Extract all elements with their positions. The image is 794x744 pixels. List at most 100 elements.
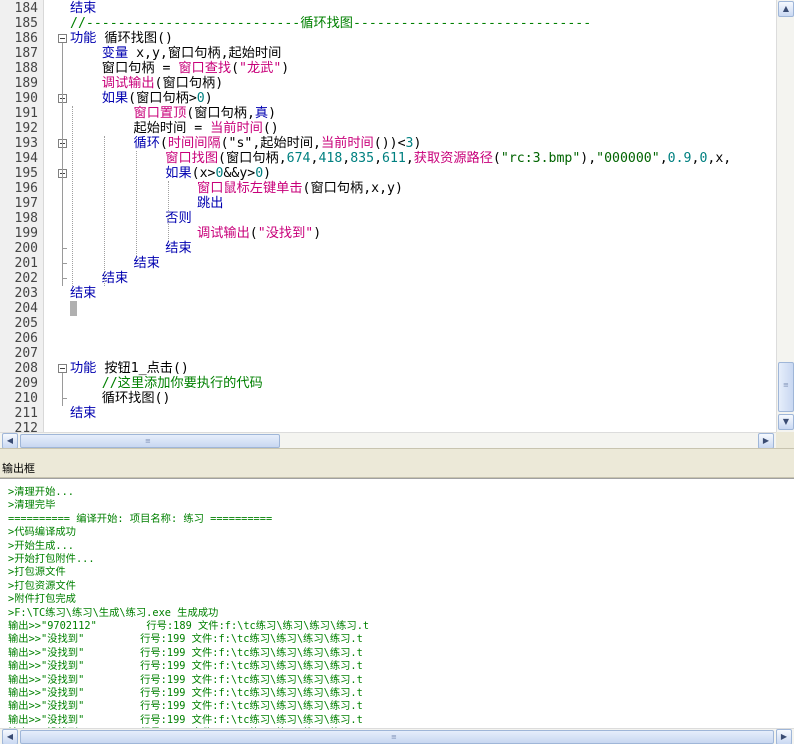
code-editor[interactable]: 184 185 186 187 188 189 190 191 192 193 194 195 196 1… bbox=[0, 0, 794, 449]
code-token: ("s",起始时间, bbox=[220, 136, 321, 151]
horizontal-scroll-thumb[interactable]: ≡ bbox=[20, 434, 280, 448]
code-token: 时间间隔 bbox=[167, 136, 221, 151]
code-token: //这里添加你要执行的代码 bbox=[70, 376, 263, 391]
line-number: 209 bbox=[14, 376, 38, 391]
code-line[interactable]: 调试输出("没找到") bbox=[70, 226, 321, 241]
fold-toggle-icon[interactable] bbox=[58, 34, 67, 43]
code-area[interactable]: 结束//---------------------------循环找图-----… bbox=[70, 0, 776, 432]
scroll-right-icon[interactable]: ▶ bbox=[776, 729, 792, 744]
output-line: >打包资源文件 bbox=[8, 579, 76, 592]
code-token: 当前时间 bbox=[210, 121, 263, 136]
code-line[interactable]: 变量 x,y,窗口句柄,起始时间 bbox=[70, 46, 282, 61]
code-line[interactable]: 窗口置顶(窗口句柄,真) bbox=[70, 106, 277, 121]
line-number: 210 bbox=[14, 391, 38, 406]
line-number: 201 bbox=[14, 256, 38, 271]
editor-vertical-scrollbar[interactable]: ▲ ≡ ▼ bbox=[776, 0, 794, 432]
output-line: >F:\TC练习\练习\生成\练习.exe 生成成功 bbox=[8, 606, 219, 619]
line-number: 189 bbox=[14, 76, 38, 91]
code-token: "没找到" bbox=[257, 226, 314, 241]
code-line[interactable]: 循环(时间间隔("s",起始时间,当前时间())<3) bbox=[70, 136, 422, 151]
horizontal-scroll-thumb[interactable]: ≡ bbox=[20, 730, 774, 744]
indent-guide bbox=[104, 136, 105, 286]
line-number: 206 bbox=[14, 331, 38, 346]
code-token: ,x, bbox=[707, 151, 732, 166]
scroll-left-icon[interactable]: ◀ bbox=[2, 433, 18, 449]
code-token: 真 bbox=[254, 106, 269, 121]
line-number: 197 bbox=[14, 196, 38, 211]
code-line[interactable]: //这里添加你要执行的代码 bbox=[70, 376, 263, 391]
code-line[interactable]: 窗口鼠标左键单击(窗口句柄,x,y) bbox=[70, 181, 403, 196]
code-line[interactable]: 如果(x>0&&y>0) bbox=[70, 166, 271, 181]
code-line[interactable]: 结束 bbox=[70, 271, 128, 286]
code-token: ) bbox=[281, 61, 290, 76]
code-token: 0 bbox=[255, 166, 264, 181]
panel-splitter[interactable] bbox=[0, 448, 794, 456]
code-token: 循环找图() bbox=[96, 31, 173, 46]
code-line[interactable]: 结束 bbox=[70, 1, 96, 16]
code-token: 结束 bbox=[101, 271, 129, 286]
output-line: >附件打包完成 bbox=[8, 593, 76, 606]
code-line[interactable]: 结束 bbox=[70, 241, 191, 256]
scroll-left-icon[interactable]: ◀ bbox=[2, 729, 18, 744]
output-line: 输出>>"没找到" 行号:199 文件:f:\tc练习\练习\练习\练习.t bbox=[8, 646, 363, 659]
grip-icon: ≡ bbox=[783, 381, 789, 389]
editor-horizontal-scrollbar[interactable]: ◀ ≡ ▶ bbox=[0, 432, 776, 449]
scroll-up-icon[interactable]: ▲ bbox=[778, 1, 794, 17]
line-number: 212 bbox=[14, 421, 38, 432]
fold-line bbox=[62, 373, 63, 406]
line-number: 193 bbox=[14, 136, 38, 151]
line-number: 191 bbox=[14, 106, 38, 121]
code-token: 起始时间 = bbox=[70, 121, 211, 136]
line-number: 198 bbox=[14, 211, 38, 226]
code-token: 窗口查找 bbox=[178, 61, 232, 76]
scroll-down-icon[interactable]: ▼ bbox=[778, 414, 794, 430]
line-number: 204 bbox=[14, 301, 38, 316]
code-line[interactable]: 否则 bbox=[70, 211, 191, 226]
output-line: 输出>>"9702112" 行号:189 文件:f:\tc练习\练习\练习\练习… bbox=[8, 620, 370, 632]
code-line[interactable]: 窗口句柄 = 窗口查找("龙武") bbox=[70, 61, 290, 76]
code-line[interactable]: 循环找图() bbox=[70, 391, 171, 406]
code-line[interactable]: 功能 按钮1_点击() bbox=[70, 361, 189, 376]
code-line[interactable]: 窗口找图(窗口句柄,674,418,835,611,获取资源路径("rc:3.b… bbox=[70, 151, 731, 166]
code-line[interactable]: 结束 bbox=[70, 286, 96, 301]
code-line[interactable]: //---------------------------循环找图-------… bbox=[70, 16, 591, 31]
code-token: 当前时间 bbox=[321, 136, 374, 151]
code-token: ), bbox=[580, 151, 597, 166]
code-token: 获取资源路径 bbox=[413, 151, 493, 166]
line-number: 207 bbox=[14, 346, 38, 361]
code-token: 按钮1_点击() bbox=[96, 361, 189, 376]
code-line[interactable]: 调试输出(窗口句柄) bbox=[70, 76, 223, 91]
fold-end-marker bbox=[62, 244, 67, 249]
output-panel[interactable]: >清理开始... >清理完毕 ========== 编译开始: 项目名称: 练习 =… bbox=[0, 478, 794, 728]
output-line: ========== 编译开始: 项目名称: 练习 ========== bbox=[8, 512, 273, 525]
output-horizontal-scrollbar[interactable]: ◀ ≡ ▶ bbox=[0, 728, 794, 744]
output-line: 输出>>"没找到" 行号:199 文件:f:\tc练习\练习\练习\练习.t bbox=[8, 660, 363, 673]
code-token: 0.9 bbox=[667, 151, 692, 166]
code-line[interactable]: 功能 循环找图() bbox=[70, 31, 173, 46]
code-token: 窗口句柄 = bbox=[70, 61, 179, 76]
code-line[interactable]: 结束 bbox=[70, 256, 160, 271]
code-line[interactable]: 结束 bbox=[70, 406, 96, 421]
vertical-scroll-thumb[interactable]: ≡ bbox=[778, 362, 794, 412]
code-token: x,y,窗口句柄,起始时间 bbox=[128, 46, 282, 61]
line-number: 186 bbox=[14, 31, 38, 46]
fold-toggle-icon[interactable] bbox=[58, 364, 67, 373]
output-line: >清理开始... bbox=[8, 486, 74, 498]
indent-guide bbox=[72, 106, 73, 286]
line-number: 203 bbox=[14, 286, 38, 301]
output-panel-header: 输出框 bbox=[0, 456, 794, 478]
fold-margin[interactable] bbox=[44, 0, 68, 432]
scroll-right-icon[interactable]: ▶ bbox=[758, 433, 774, 449]
code-line[interactable]: 起始时间 = 当前时间() bbox=[70, 121, 279, 136]
code-token: 835 bbox=[350, 151, 375, 166]
line-number: 199 bbox=[14, 226, 38, 241]
code-token: 如果 bbox=[165, 166, 192, 181]
code-line[interactable]: 如果(窗口句柄>0) bbox=[70, 91, 213, 106]
code-line[interactable]: 跳出 bbox=[70, 196, 223, 211]
line-number: 211 bbox=[14, 406, 38, 421]
